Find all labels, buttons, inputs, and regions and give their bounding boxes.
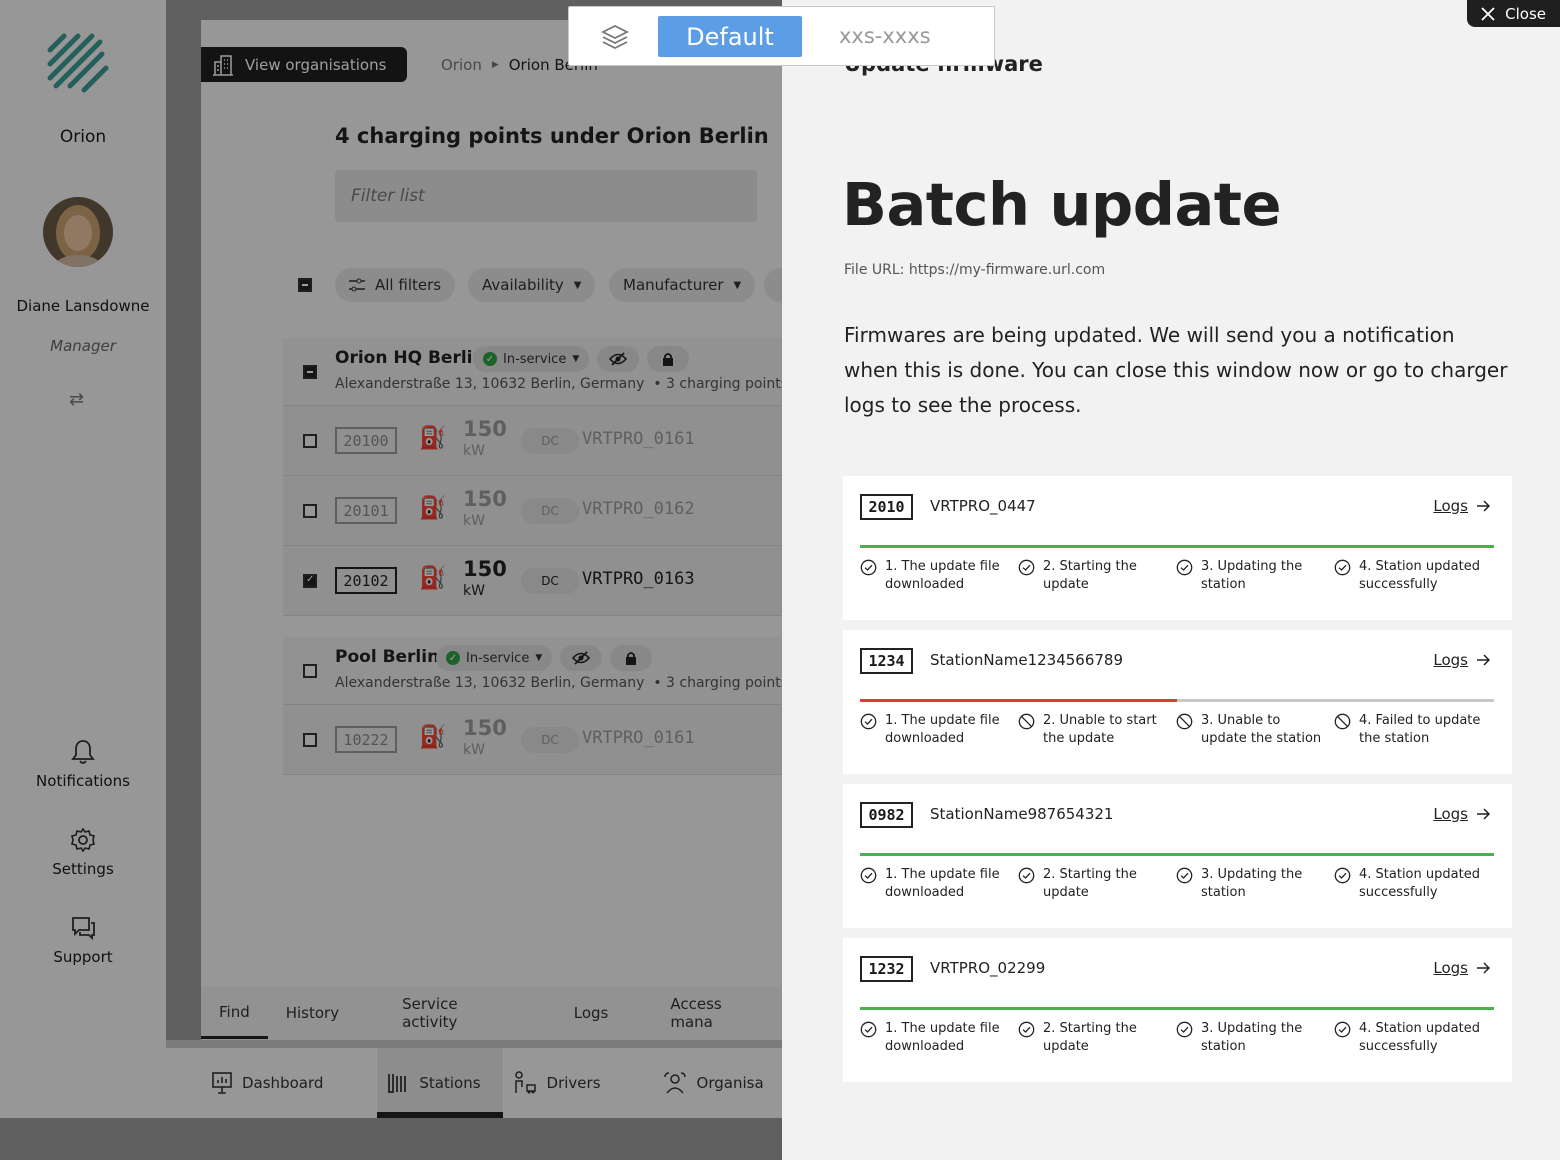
modal-backdrop[interactable] <box>0 0 782 1160</box>
arrow-right-icon <box>1477 500 1490 512</box>
progress-fill <box>860 853 1494 856</box>
theme-xxs-button[interactable]: xxs-xxxs <box>839 24 931 48</box>
step-label: 4. Station updated successfully <box>1359 867 1480 900</box>
logs-link[interactable]: Logs <box>1433 651 1490 669</box>
update-card: 1234 StationName1234566789 Logs 1. The upda… <box>843 630 1512 774</box>
logs-link[interactable]: Logs <box>1433 805 1490 823</box>
progress-fill <box>860 1007 1494 1010</box>
status-message: Firmwares are being updated. We will sen… <box>844 323 1508 417</box>
logs-label: Logs <box>1433 805 1468 823</box>
close-button[interactable]: Close <box>1467 0 1560 27</box>
theme-switcher: Default xxs-xxxs <box>568 6 995 66</box>
drawer-title: Batch update <box>842 170 1282 239</box>
charger-name: VRTPRO_0447 <box>930 497 1036 515</box>
check-circle-icon <box>860 1021 877 1038</box>
progress-bar <box>860 1007 1494 1010</box>
close-icon <box>1481 6 1495 21</box>
layers-icon[interactable] <box>601 23 629 51</box>
check-circle-icon <box>1334 559 1351 576</box>
update-step: 4. Failed to update the station <box>1334 712 1484 748</box>
progress-fill <box>860 545 1494 548</box>
logs-label: Logs <box>1433 651 1468 669</box>
file-url: File URL: https://my-firmware.url.com <box>844 262 1106 278</box>
check-circle-icon <box>1176 1021 1193 1038</box>
step-label: 3. Updating the station <box>1201 867 1303 900</box>
check-circle-icon <box>1018 559 1035 576</box>
blocked-icon <box>1018 713 1035 730</box>
update-step: 3. Updating the station <box>1176 558 1326 594</box>
theme-default-button[interactable]: Default <box>658 16 802 57</box>
step-label: 2. Starting the update <box>1043 559 1137 592</box>
update-step: 3. Unable to update the station <box>1176 712 1326 748</box>
arrow-right-icon <box>1477 654 1490 666</box>
step-label: 1. The update file downloaded <box>885 713 1000 746</box>
check-circle-icon <box>1018 867 1035 884</box>
update-step: 1. The update file downloaded <box>860 712 1010 748</box>
update-step: 1. The update file downloaded <box>860 1020 1010 1056</box>
check-circle-icon <box>860 559 877 576</box>
check-circle-icon <box>1334 1021 1351 1038</box>
step-label: 1. The update file downloaded <box>885 867 1000 900</box>
charger-code: 2010 <box>860 494 913 520</box>
update-card: 2010 VRTPRO_0447 Logs 1. The update file do… <box>843 476 1512 620</box>
update-step: 2. Starting the update <box>1018 558 1168 594</box>
logs-label: Logs <box>1433 959 1468 977</box>
charger-name: StationName987654321 <box>930 805 1114 823</box>
step-label: 2. Unable to start the update <box>1043 713 1157 746</box>
update-card: 0982 StationName987654321 Logs 1. The updat… <box>843 784 1512 928</box>
charger-name: StationName1234566789 <box>930 651 1124 669</box>
check-circle-icon <box>860 867 877 884</box>
logs-link[interactable]: Logs <box>1433 959 1490 977</box>
arrow-right-icon <box>1477 808 1490 820</box>
update-step: 2. Unable to start the update <box>1018 712 1168 748</box>
check-circle-icon <box>1176 559 1193 576</box>
step-label: 2. Starting the update <box>1043 1021 1137 1054</box>
check-circle-icon <box>1176 867 1193 884</box>
update-step: 2. Starting the update <box>1018 1020 1168 1056</box>
charger-code: 0982 <box>860 802 913 828</box>
progress-bar <box>860 699 1494 702</box>
step-label: 4. Station updated successfully <box>1359 1021 1480 1054</box>
progress-bar <box>860 545 1494 548</box>
step-label: 1. The update file downloaded <box>885 559 1000 592</box>
check-circle-icon <box>1334 867 1351 884</box>
progress-fill <box>860 699 1177 702</box>
logs-link[interactable]: Logs <box>1433 497 1490 515</box>
update-step: 2. Starting the update <box>1018 866 1168 902</box>
step-label: 2. Starting the update <box>1043 867 1137 900</box>
step-label: 4. Station updated successfully <box>1359 559 1480 592</box>
update-step: 3. Updating the station <box>1176 1020 1326 1056</box>
blocked-icon <box>1176 713 1193 730</box>
update-step: 4. Station updated successfully <box>1334 558 1484 594</box>
check-circle-icon <box>1018 1021 1035 1038</box>
step-label: 4. Failed to update the station <box>1359 713 1481 746</box>
update-card: 1232 VRTPRO_02299 Logs 1. The update file d… <box>843 938 1512 1082</box>
logs-label: Logs <box>1433 497 1468 515</box>
step-label: 3. Unable to update the station <box>1201 713 1322 746</box>
progress-bar <box>860 853 1494 856</box>
update-step: 1. The update file downloaded <box>860 866 1010 902</box>
check-circle-icon <box>860 713 877 730</box>
batch-update-drawer: Close Update firmware Batch update File … <box>782 0 1560 1160</box>
update-step: 4. Station updated successfully <box>1334 1020 1484 1056</box>
charger-name: VRTPRO_02299 <box>930 959 1046 977</box>
step-label: 1. The update file downloaded <box>885 1021 1000 1054</box>
update-step: 1. The update file downloaded <box>860 558 1010 594</box>
step-label: 3. Updating the station <box>1201 559 1303 592</box>
step-label: 3. Updating the station <box>1201 1021 1303 1054</box>
close-label: Close <box>1505 4 1546 23</box>
charger-code: 1234 <box>860 648 913 674</box>
arrow-right-icon <box>1477 962 1490 974</box>
blocked-icon <box>1334 713 1351 730</box>
update-step: 4. Station updated successfully <box>1334 866 1484 902</box>
update-step: 3. Updating the station <box>1176 866 1326 902</box>
charger-code: 1232 <box>860 956 913 982</box>
